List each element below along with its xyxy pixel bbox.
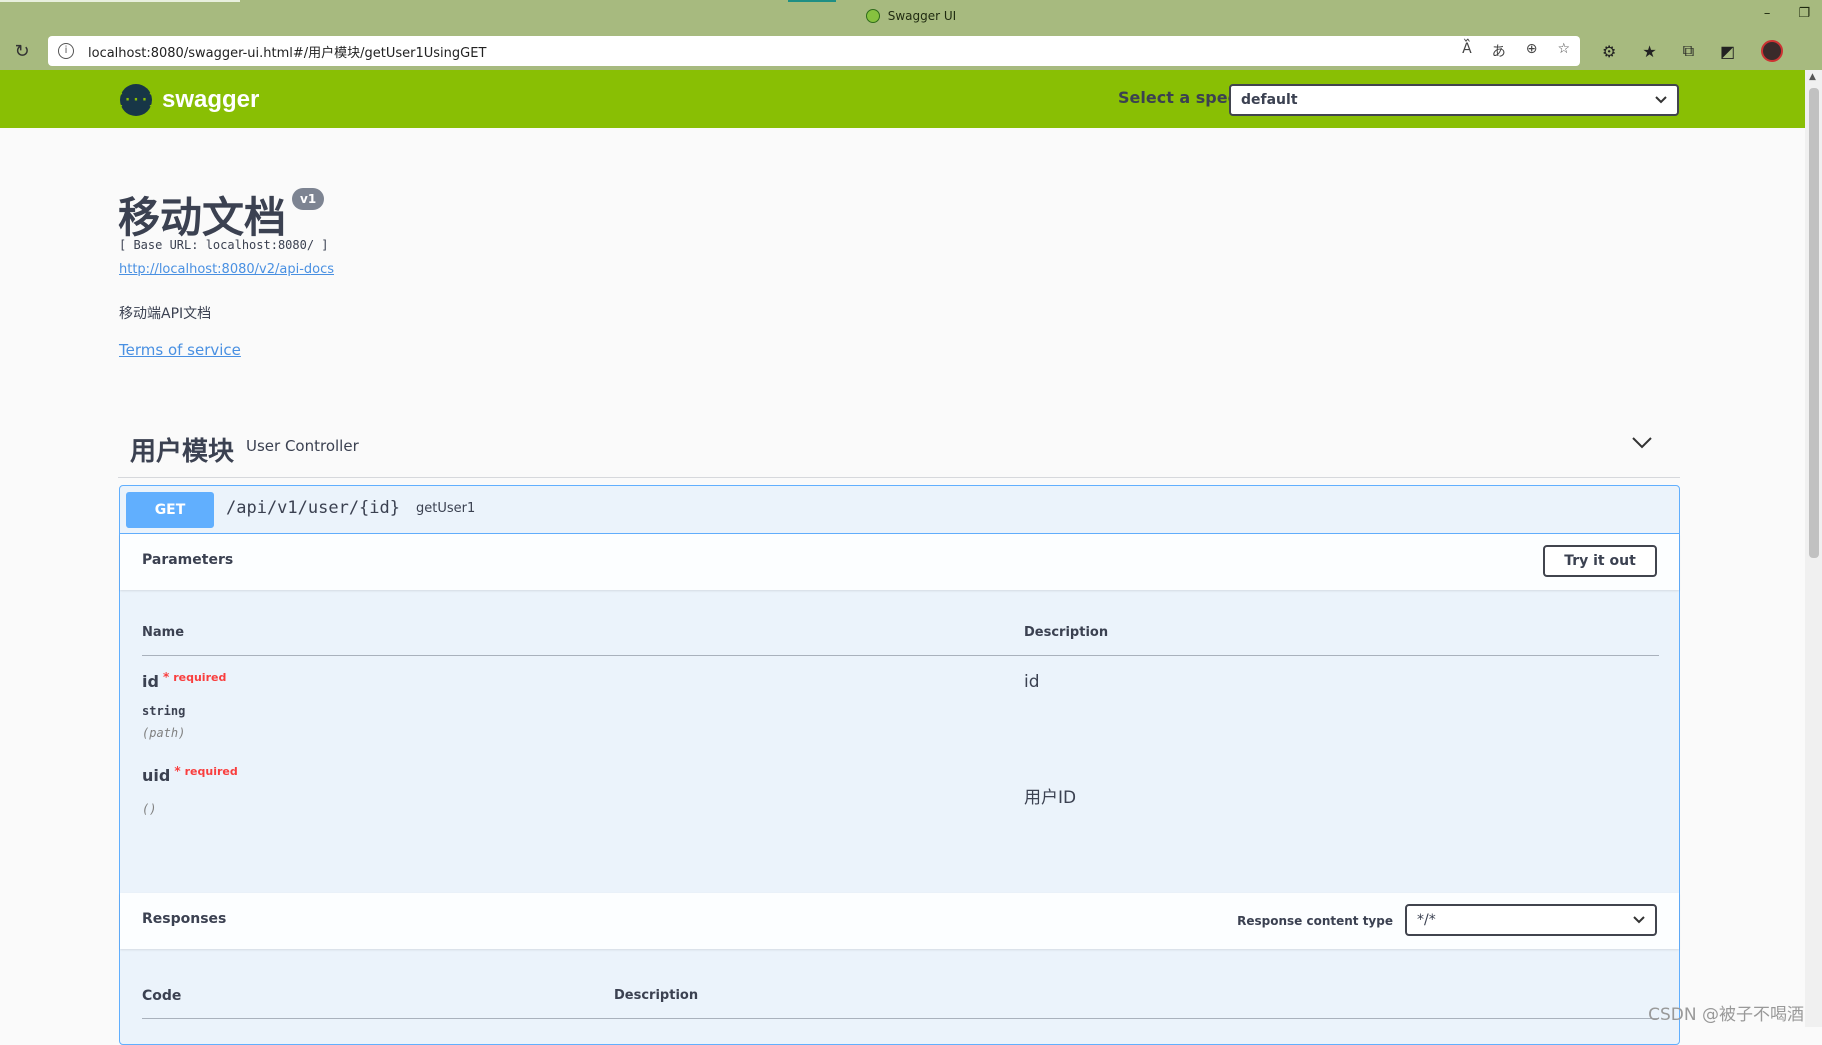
- address-bar: ↻ i localhost:8080/swagger-ui.html#/用户模块…: [0, 32, 1822, 70]
- api-title: 移动文档 v1: [118, 184, 325, 245]
- swagger-logo-text: swagger: [162, 86, 260, 113]
- responses-header-divider: [142, 1018, 1659, 1019]
- window-title: Swagger UI: [887, 9, 957, 23]
- swagger-topbar: {···} swagger Select a spec default: [0, 70, 1805, 128]
- spec-select[interactable]: default: [1229, 84, 1679, 116]
- swagger-logo[interactable]: {···} swagger: [115, 84, 260, 116]
- browser-title-bar: Swagger UI – ❐: [0, 0, 1822, 32]
- required-label: required: [173, 671, 227, 684]
- responses-header: Responses Response content type */*: [120, 893, 1679, 949]
- param-location: (): [142, 802, 157, 816]
- responses-title: Responses: [142, 911, 227, 927]
- operation-summary-text: getUser1: [416, 501, 476, 516]
- scroll-thumb[interactable]: [1809, 88, 1819, 558]
- param-name: id * required: [142, 670, 227, 691]
- chevron-down-icon: [1655, 92, 1667, 108]
- tab-indicator: [788, 0, 836, 2]
- reload-icon[interactable]: ↻: [8, 41, 36, 62]
- url-box[interactable]: i localhost:8080/swagger-ui.html#/用户模块/g…: [48, 36, 1580, 66]
- favicon-icon: [865, 9, 880, 23]
- page-scrollbar[interactable]: ▲: [1805, 70, 1822, 1027]
- favorite-add-icon[interactable]: ☆: [1557, 41, 1570, 61]
- zoom-icon[interactable]: ⊕: [1526, 41, 1538, 61]
- edge-bar-icon[interactable]: ◩: [1720, 42, 1735, 61]
- extensions-icon[interactable]: ⚙: [1602, 42, 1616, 61]
- param-name-text: id: [142, 672, 159, 691]
- param-location: (path): [142, 726, 186, 740]
- api-title-text: 移动文档: [118, 193, 287, 242]
- restore-button[interactable]: ❐: [1798, 6, 1810, 21]
- parameters-header: Parameters Try it out: [120, 534, 1679, 590]
- operation-block: GET /api/v1/user/{id} getUser1 Parameter…: [119, 485, 1680, 1045]
- col-code-header: Code: [142, 988, 182, 1004]
- param-description: 用户ID: [1024, 788, 1077, 808]
- operation-summary[interactable]: GET /api/v1/user/{id} getUser1: [120, 486, 1679, 534]
- base-url: [ Base URL: localhost:8080/ ]: [119, 238, 329, 252]
- param-type: string: [142, 704, 186, 718]
- required-label: required: [184, 765, 238, 778]
- response-content-type-select[interactable]: */*: [1405, 904, 1657, 936]
- spec-select-value: default: [1241, 92, 1298, 108]
- select-spec-label: Select a spec: [1118, 88, 1238, 107]
- version-badge: v1: [292, 188, 325, 210]
- terms-of-service-link[interactable]: Terms of service: [119, 341, 241, 359]
- tag-section-header[interactable]: 用户模块 User Controller: [118, 423, 1680, 478]
- param-name: uid * required: [142, 764, 238, 785]
- tab-indicator-left: [0, 0, 240, 2]
- col-response-description-header: Description: [614, 988, 699, 1003]
- profile-avatar[interactable]: [1761, 40, 1784, 62]
- parameters-title: Parameters: [142, 552, 234, 568]
- required-star: *: [162, 670, 170, 684]
- favorites-icon[interactable]: ★: [1642, 42, 1656, 61]
- method-badge: GET: [126, 492, 214, 528]
- required-star: *: [174, 764, 181, 778]
- params-header-divider: [142, 655, 1659, 656]
- site-info-icon[interactable]: i: [58, 43, 74, 59]
- response-content-type-label: Response content type: [1237, 914, 1393, 928]
- translate-icon[interactable]: あ: [1492, 41, 1506, 61]
- try-it-out-button[interactable]: Try it out: [1543, 545, 1657, 577]
- chevron-down-icon[interactable]: [1632, 435, 1652, 455]
- watermark: CSDN @被子不喝酒: [1648, 1005, 1804, 1025]
- read-aloud-icon[interactable]: A᷈: [1462, 41, 1472, 61]
- minimize-button[interactable]: –: [1764, 6, 1771, 21]
- url-text[interactable]: localhost:8080/swagger-ui.html#/用户模块/get…: [88, 42, 1462, 61]
- param-description: id: [1024, 672, 1040, 692]
- operation-path: /api/v1/user/{id}: [226, 498, 400, 518]
- tag-name: 用户模块: [130, 437, 235, 467]
- api-description: 移动端API文档: [119, 306, 212, 322]
- chevron-down-icon: [1633, 912, 1645, 928]
- col-description-header: Description: [1024, 625, 1109, 640]
- swagger-logo-icon: {···}: [115, 84, 157, 116]
- api-docs-link[interactable]: http://localhost:8080/v2/api-docs: [119, 262, 334, 277]
- collections-icon[interactable]: ⧉: [1683, 41, 1694, 61]
- col-name-header: Name: [142, 625, 185, 640]
- response-content-type-value: */*: [1417, 912, 1436, 928]
- param-name-text: uid: [142, 766, 171, 785]
- scroll-up-icon[interactable]: ▲: [1809, 72, 1816, 82]
- tag-description: User Controller: [246, 437, 359, 455]
